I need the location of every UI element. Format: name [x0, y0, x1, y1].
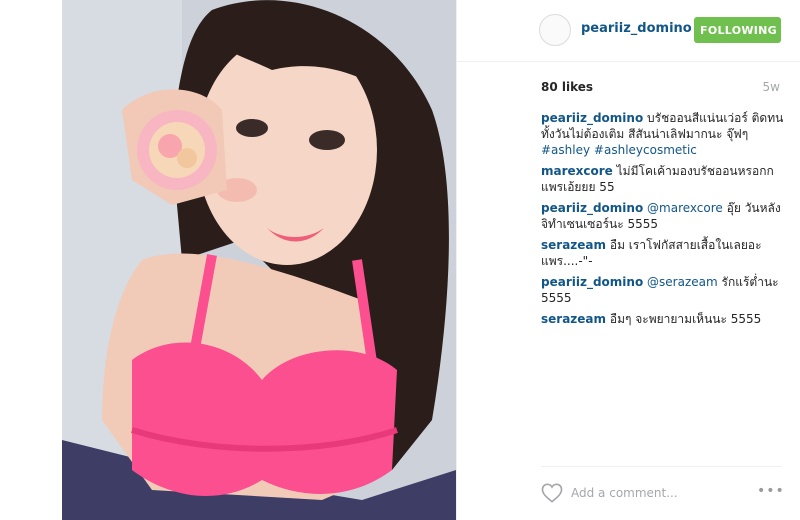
more-options-icon[interactable]: ••• [757, 484, 784, 500]
comment-item: peariiz_domino บรัชออนสีแน่นเว่อร์ ติดทน… [541, 110, 785, 158]
post-header: peariiz_domino FOLLOWING [457, 0, 800, 62]
likes-count[interactable]: 80 likes [541, 80, 593, 94]
comment-username-link[interactable]: serazeam [541, 312, 606, 326]
comment-username-link[interactable]: serazeam [541, 238, 606, 252]
mention-link[interactable]: @marexcore [647, 201, 723, 215]
comments-list: peariiz_domino บรัชออนสีแน่นเว่อร์ ติดทน… [541, 110, 785, 332]
comment-text: อืมๆ จะพยายามเห็นนะ 5555 [609, 312, 762, 326]
photo-illustration [62, 0, 456, 520]
comment-item: peariiz_domino @marexcore อุ๊ย วันหลังจิ… [541, 200, 785, 232]
left-margin [0, 0, 62, 520]
comment-username-link[interactable]: peariiz_domino [541, 275, 643, 289]
post-photo[interactable] [62, 0, 456, 520]
post-details-panel: peariiz_domino FOLLOWING 80 likes 5w pea… [456, 0, 800, 520]
post-age[interactable]: 5w [763, 80, 780, 94]
comment-username-link[interactable]: peariiz_domino [541, 201, 643, 215]
comment-item: peariiz_domino @serazeam รักแร้ต่ำนะ 555… [541, 274, 785, 306]
mention-link[interactable]: @serazeam [647, 275, 718, 289]
hashtag-link[interactable]: #ashleycosmetic [594, 143, 697, 157]
hashtag-link[interactable]: #ashley [541, 143, 590, 157]
add-comment-input[interactable] [571, 483, 741, 503]
comment-item: serazeam อืมๆ จะพยายามเห็นนะ 5555 [541, 311, 785, 327]
comment-item: serazeam อืม เราโฟกัสสายเสื้อในเลยอะ แพร… [541, 237, 785, 269]
heart-icon[interactable] [541, 483, 563, 503]
author-username-link[interactable]: peariiz_domino [581, 21, 692, 36]
comment-item: marexcore ไม่มีโคเค้ามองบรัชออนหรอกก แพร… [541, 163, 785, 195]
comment-username-link[interactable]: peariiz_domino [541, 111, 643, 125]
following-button[interactable]: FOLLOWING [694, 17, 781, 43]
avatar[interactable] [539, 14, 571, 46]
comment-username-link[interactable]: marexcore [541, 164, 613, 178]
footer-divider [541, 466, 781, 467]
